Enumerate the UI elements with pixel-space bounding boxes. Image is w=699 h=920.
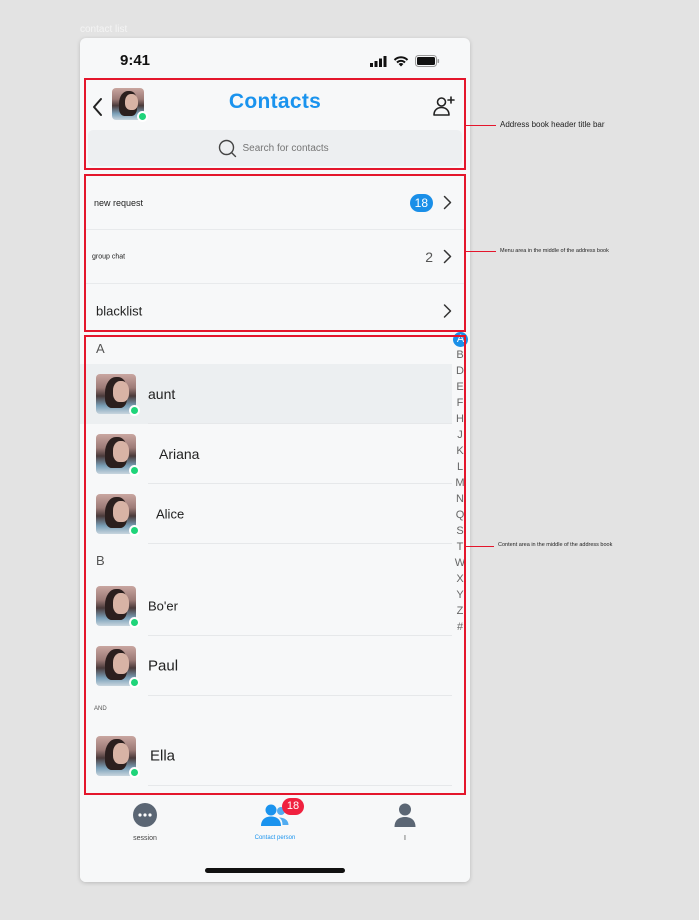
- chat-bubble-icon: [133, 803, 157, 827]
- annotation-label-header: Address book header title bar: [500, 120, 605, 129]
- status-time: 9:41: [120, 52, 151, 69]
- person-icon: [394, 803, 416, 827]
- home-indicator: [205, 868, 345, 873]
- artboard-label: contact list: [80, 24, 128, 35]
- annotation-line-menu: [466, 251, 496, 252]
- tab-label: session: [133, 835, 157, 842]
- contacts-tab-badge: 18: [282, 798, 304, 815]
- tab-me[interactable]: I: [340, 802, 470, 842]
- tab-contact-person[interactable]: 18 Contact person: [210, 798, 340, 841]
- annotation-box-content: [84, 335, 466, 795]
- annotation-line-content: [466, 546, 494, 547]
- tab-session[interactable]: session: [80, 802, 210, 842]
- annotation-box-header: [84, 78, 466, 170]
- battery-icon: [415, 55, 440, 67]
- annotation-label-content: Content area in the middle of the addres…: [498, 542, 613, 548]
- annotation-line-header: [466, 125, 496, 126]
- wifi-icon: [393, 56, 409, 67]
- tab-label: Contact person: [254, 835, 296, 841]
- tab-label: I: [404, 835, 406, 842]
- annotation-label-menu: Menu area in the middle of the address b…: [500, 248, 609, 254]
- annotation-box-menu: [84, 174, 466, 332]
- status-bar: 9:41: [80, 38, 470, 82]
- status-icons: [370, 55, 440, 67]
- cellular-signal-icon: [370, 55, 387, 67]
